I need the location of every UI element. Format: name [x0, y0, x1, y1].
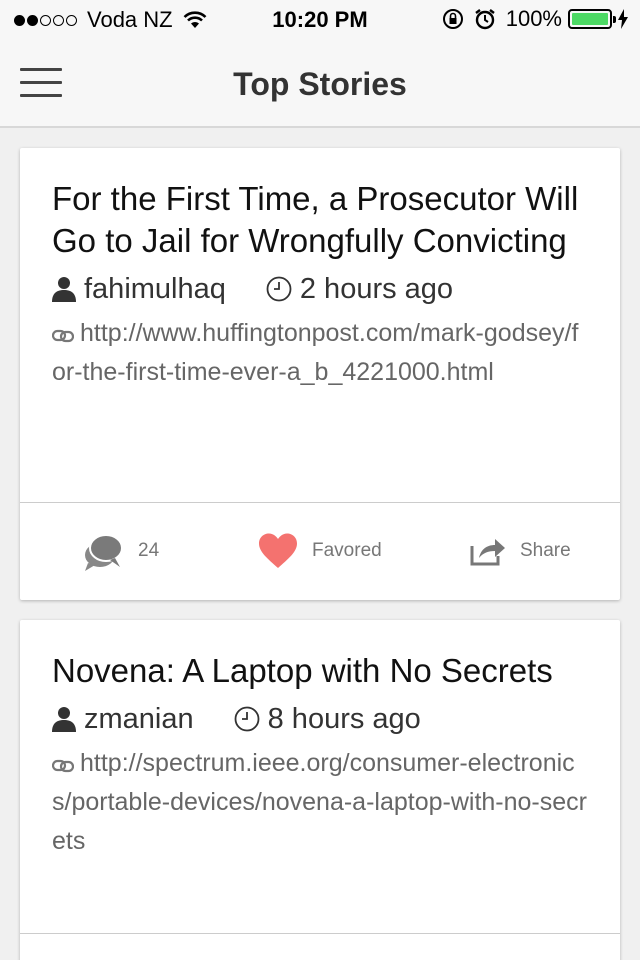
story-author[interactable]: zmanian	[52, 703, 194, 736]
comments-icon	[85, 534, 123, 571]
status-right: 100%	[442, 6, 628, 32]
rotation-lock-icon	[442, 9, 463, 29]
link-icon	[51, 329, 75, 343]
link-icon	[51, 759, 75, 773]
story-meta: zmanian 8 hours ago	[52, 696, 588, 742]
charging-bolt-icon	[618, 9, 628, 29]
author-name: zmanian	[84, 702, 194, 735]
battery-percent: 100%	[505, 6, 562, 31]
card-divider	[20, 933, 620, 934]
favored-label: Favored	[312, 540, 382, 561]
share-button[interactable]: Share	[470, 503, 571, 599]
story-time: 2 hours ago	[266, 273, 453, 306]
share-label: Share	[520, 540, 571, 561]
url-text: http://spectrum.ieee.org/consumer-electr…	[52, 749, 587, 855]
time-ago: 8 hours ago	[267, 702, 421, 735]
comment-count: 24	[138, 540, 160, 561]
user-icon	[52, 707, 76, 732]
story-time: 8 hours ago	[234, 703, 421, 736]
story-actions: 24 Favored Share	[20, 503, 620, 599]
comments-button[interactable]: 24	[82, 503, 159, 599]
favorite-button[interactable]: Favored	[258, 503, 382, 599]
battery-icon	[568, 9, 616, 29]
url-text: http://www.huffingtonpost.com/mark-godse…	[52, 319, 579, 386]
clock-icon	[234, 706, 260, 732]
author-name: fahimulhaq	[84, 272, 226, 305]
navigation-bar: Top Stories	[0, 40, 640, 128]
story-meta: fahimulhaq 2 hours ago	[52, 266, 588, 312]
story-title[interactable]: For the First Time, a Prosecutor Will Go…	[52, 178, 588, 262]
story-author[interactable]: fahimulhaq	[52, 273, 226, 306]
story-url[interactable]: http://spectrum.ieee.org/consumer-electr…	[51, 744, 588, 861]
story-card[interactable]: Novena: A Laptop with No Secrets zmanian…	[20, 620, 620, 960]
story-url[interactable]: http://www.huffingtonpost.com/mark-godse…	[51, 314, 588, 392]
status-bar: Voda NZ 10:20 PM 100%	[0, 0, 640, 40]
share-icon	[470, 539, 505, 566]
story-card[interactable]: For the First Time, a Prosecutor Will Go…	[20, 148, 620, 600]
time-ago: 2 hours ago	[299, 272, 454, 305]
story-title[interactable]: Novena: A Laptop with No Secrets	[52, 650, 588, 692]
page-title: Top Stories	[233, 66, 407, 102]
user-icon	[52, 277, 76, 302]
heart-icon	[259, 533, 297, 568]
clock-icon	[266, 276, 292, 302]
alarm-icon	[474, 9, 495, 30]
